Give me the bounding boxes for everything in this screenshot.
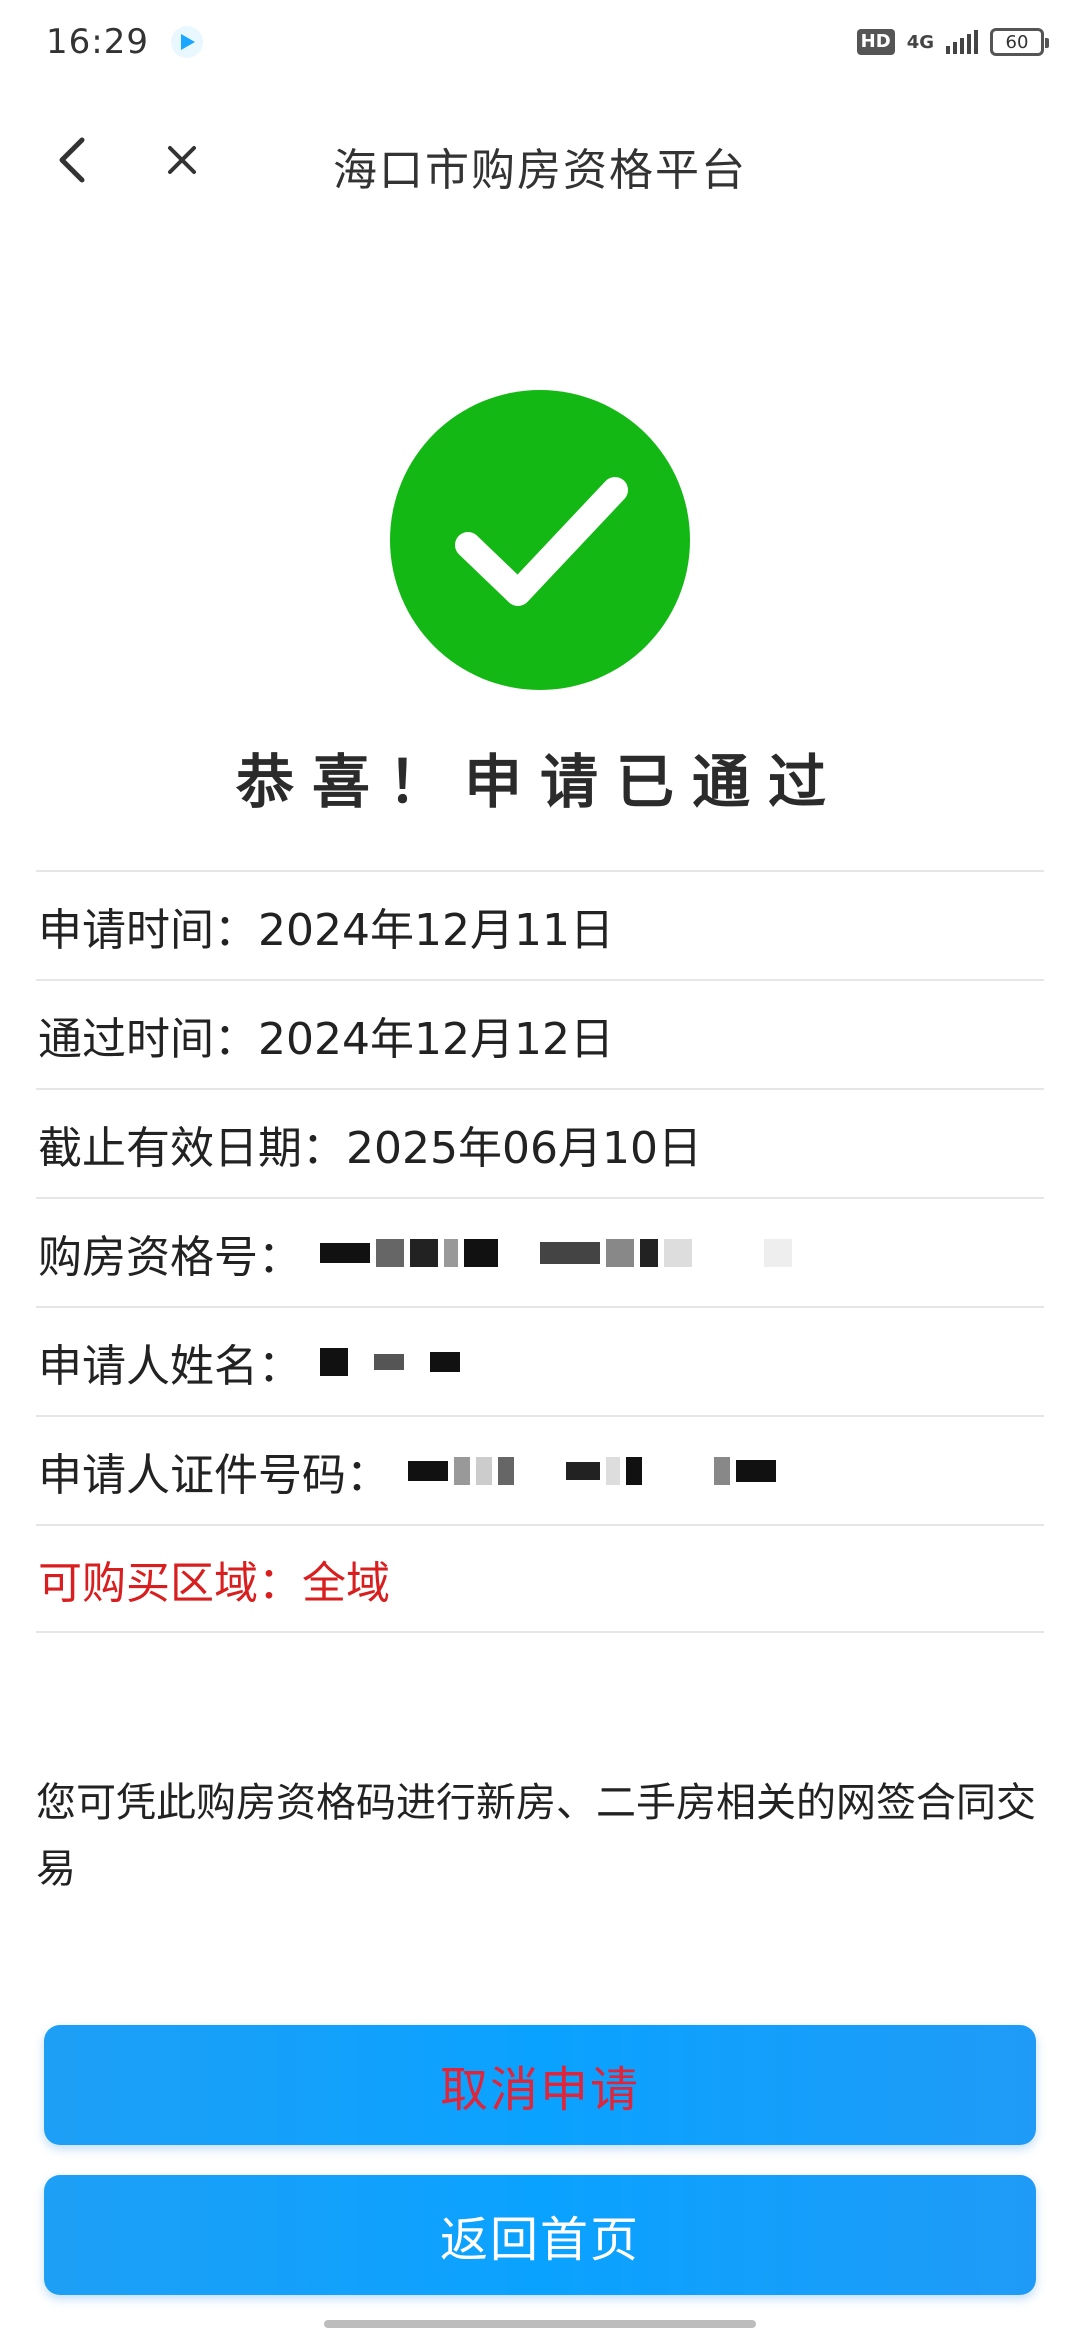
apply-time-row: 申请时间：2024年12月11日 [36,870,1044,979]
purchase-area-row: 可购买区域：全域 [36,1524,1044,1633]
battery-icon: 60 [990,28,1049,56]
app-notification-icon [170,26,203,58]
cancel-application-button[interactable]: 取消申请 [44,2025,1036,2145]
redacted-applicant-id [408,1456,776,1485]
status-right: HD 4G 60 [856,28,1049,56]
applicant-id-label: 申请人证件号码： [38,1449,390,1501]
hd-icon: HD [856,29,895,55]
pass-time: 通过时间：2024年12月12日 [38,1013,614,1065]
redacted-applicant-name [320,1347,460,1376]
network-type: 4G [906,31,934,53]
redacted-qualification-no [320,1238,792,1267]
applicant-name-label: 申请人姓名： [38,1340,302,1392]
info-list: 申请时间：2024年12月11日 通过时间：2024年12月12日 截止有效日期… [36,870,1044,1633]
applicant-id-row: 申请人证件号码： [36,1415,1044,1524]
purchase-area: 可购买区域：全域 [38,1557,390,1609]
expire-date: 截止有效日期：2025年06月10日 [38,1122,702,1174]
success-title: 恭喜！申请已通过 [235,748,844,816]
status-time: 16:29 [46,22,149,62]
apply-time: 申请时间：2024年12月11日 [38,904,614,956]
page-title: 海口市购房资格平台 [333,145,747,196]
return-home-button[interactable]: 返回首页 [44,2175,1036,2295]
status-left: 16:29 [46,22,203,62]
check-circle-icon [390,390,690,690]
applicant-name-row: 申请人姓名： [36,1306,1044,1415]
nav-bar: 海口市购房资格平台 [0,110,1080,210]
home-indicator[interactable] [324,2320,756,2328]
status-bar: 16:29 HD 4G 60 [0,0,1080,84]
pass-time-row: 通过时间：2024年12月12日 [36,979,1044,1088]
signal-icon [946,30,978,54]
qualification-no-label: 购房资格号： [38,1231,302,1283]
notice-text: 您可凭此购房资格码进行新房、二手房相关的网签合同交易 [36,1780,1036,1892]
expire-date-row: 截止有效日期：2025年06月10日 [36,1088,1044,1197]
qualification-no-row: 购房资格号： [36,1197,1044,1306]
